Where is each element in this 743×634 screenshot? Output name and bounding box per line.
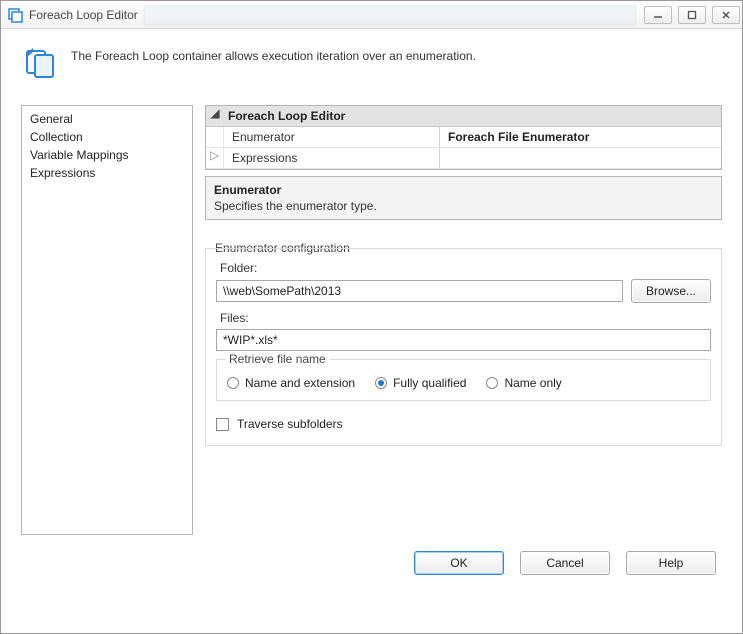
dialog-description: The Foreach Loop container allows execut… [71, 49, 476, 79]
radio-icon [486, 377, 498, 389]
nav-pane: General Collection Variable Mappings Exp… [21, 105, 193, 535]
nav-item-collection[interactable]: Collection [30, 128, 184, 146]
folder-input[interactable] [216, 280, 623, 302]
dialog-footer: OK Cancel Help [1, 535, 742, 575]
property-description: Enumerator Specifies the enumerator type… [205, 176, 722, 220]
ok-button[interactable]: OK [414, 551, 504, 575]
window-title: Foreach Loop Editor [29, 8, 138, 22]
collapse-icon[interactable]: ◢ [206, 106, 224, 126]
files-input[interactable] [216, 329, 711, 351]
description-text: Specifies the enumerator type. [214, 199, 713, 213]
radio-icon [227, 377, 239, 389]
radio-icon [375, 377, 387, 389]
checkbox-label: Traverse subfolders [237, 417, 343, 431]
browse-button[interactable]: Browse... [631, 279, 711, 303]
minimize-button[interactable] [644, 6, 672, 24]
help-button[interactable]: Help [626, 551, 716, 575]
property-value-expressions[interactable] [440, 148, 721, 168]
nav-item-variable-mappings[interactable]: Variable Mappings [30, 146, 184, 164]
cancel-button[interactable]: Cancel [520, 551, 610, 575]
traverse-subfolders-checkbox[interactable]: Traverse subfolders [216, 417, 711, 431]
files-label: Files: [220, 311, 711, 325]
foreach-icon [25, 47, 57, 79]
radio-label: Name only [504, 376, 561, 390]
property-name: Expressions [224, 148, 439, 168]
enumerator-config: Folder: Browse... Files: Retrieve file n… [205, 248, 722, 446]
background-tab [144, 5, 636, 25]
expand-icon[interactable]: ▷ [206, 148, 224, 168]
folder-label: Folder: [220, 261, 711, 275]
nav-item-general[interactable]: General [30, 110, 184, 128]
property-name: Enumerator [224, 127, 439, 147]
property-row-enumerator[interactable]: Enumerator Foreach File Enumerator [206, 127, 721, 148]
maximize-button[interactable] [678, 6, 706, 24]
property-value-enumerator[interactable]: Foreach File Enumerator [440, 127, 721, 147]
checkbox-icon [216, 418, 229, 431]
content-pane: ◢ Foreach Loop Editor Enumerator Foreach… [205, 105, 722, 535]
radio-name-only[interactable]: Name only [486, 376, 561, 390]
radio-name-and-extension[interactable]: Name and extension [227, 376, 355, 390]
app-icon [7, 7, 23, 23]
property-grid-title: Foreach Loop Editor [224, 106, 721, 126]
title-bar: Foreach Loop Editor [1, 1, 742, 29]
retrieve-file-name-group: Retrieve file name Name and extension Fu… [216, 359, 711, 401]
property-grid-header[interactable]: ◢ Foreach Loop Editor [206, 106, 721, 127]
retrieve-legend: Retrieve file name [225, 352, 330, 366]
property-grid: ◢ Foreach Loop Editor Enumerator Foreach… [205, 105, 722, 170]
property-row-expressions[interactable]: ▷ Expressions [206, 148, 721, 169]
radio-label: Name and extension [245, 376, 355, 390]
nav-item-expressions[interactable]: Expressions [30, 164, 184, 182]
description-title: Enumerator [214, 183, 713, 197]
dialog-header: The Foreach Loop container allows execut… [1, 29, 742, 105]
close-button[interactable] [712, 6, 740, 24]
row-spacer [206, 127, 224, 147]
radio-fully-qualified[interactable]: Fully qualified [375, 376, 466, 390]
radio-label: Fully qualified [393, 376, 466, 390]
